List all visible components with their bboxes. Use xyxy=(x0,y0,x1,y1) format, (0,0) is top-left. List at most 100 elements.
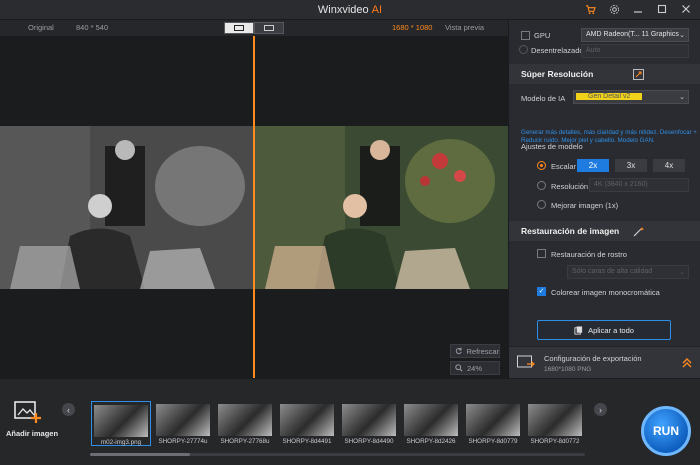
compare-header: Original 840 * 540 1680 * 1080 Vista pre… xyxy=(0,20,508,36)
ai-model-label: Modelo de IA xyxy=(521,94,566,103)
side-by-side-button[interactable] xyxy=(254,22,284,34)
face-restore-checkbox[interactable] xyxy=(537,249,546,258)
gpu-value: AMD Radeon(T... 11 Graphics xyxy=(586,31,679,38)
compare-mode-toggle[interactable] xyxy=(224,22,284,34)
minimize-icon[interactable] xyxy=(632,3,644,15)
export-settings-bar[interactable]: Configuración de exportación 1680*1080 P… xyxy=(509,346,700,378)
thumbnail-caption: m02-img3.png xyxy=(100,439,142,446)
thumbnail-item[interactable]: SHORPY-8d0772 xyxy=(525,401,585,446)
compare-icon xyxy=(234,25,244,31)
split-view-button[interactable] xyxy=(224,22,254,34)
thumbnail-caption: SHORPY-8d4491 xyxy=(282,438,332,445)
thumbnail-image xyxy=(94,405,148,437)
apply-all-label: Aplicar a todo xyxy=(588,325,634,335)
super-resolution-header: Súper Resolución xyxy=(509,64,700,84)
deinterlace-icon xyxy=(519,45,528,54)
thumbnail-image xyxy=(404,404,458,436)
gpu-checkbox[interactable] xyxy=(521,31,530,40)
scale-3x-button[interactable]: 3x xyxy=(615,159,647,172)
app-suffix: AI xyxy=(371,4,383,16)
thumbnail-caption: SHORPY-8d0779 xyxy=(468,438,518,445)
refresh-icon xyxy=(455,347,462,355)
deinterlace-value: Auto xyxy=(586,47,601,54)
original-label: Original xyxy=(28,23,54,32)
bottom-bar: Añadir imagen ‹ m02-img3.png SHORPY-2777… xyxy=(0,378,700,465)
image-restoration-title: Restauración de imagen xyxy=(521,226,620,236)
enhance-radio[interactable] xyxy=(537,200,546,209)
ai-model-value: Gen Detail v2 xyxy=(576,93,643,100)
thumbnail-caption: SHORPY-27774u xyxy=(158,438,208,445)
gpu-label: GPU xyxy=(534,31,551,40)
resolution-radio[interactable] xyxy=(537,181,546,190)
thumbnail-image xyxy=(218,404,272,436)
thumbnail-item[interactable]: SHORPY-8d4490 xyxy=(339,401,399,446)
resolution-select[interactable]: 4K (3840 x 2160) xyxy=(589,178,689,192)
scale-label: Escalar xyxy=(551,162,577,171)
colorize-checkbox[interactable]: ✓ xyxy=(537,287,546,296)
face-restore-select[interactable]: Sólo caras de alta calidad ⌄ xyxy=(567,265,689,279)
ai-model-select[interactable]: Gen Detail v2 ⌄ xyxy=(573,90,689,104)
settings-panel: GPU AMD Radeon(T... 11 Graphics ⌄ Desentr… xyxy=(508,20,700,378)
refresh-label: Refrescar xyxy=(466,346,499,356)
add-image-button[interactable]: Añadir imagen xyxy=(4,399,58,443)
original-size: 840 * 540 xyxy=(76,23,109,32)
face-restore-value: Sólo caras de alta calidad xyxy=(572,268,653,275)
compare-icon xyxy=(264,25,274,31)
thumbnail-item[interactable]: m02-img3.png xyxy=(91,401,151,446)
deinterlace-label: Desentrelazado xyxy=(531,46,584,55)
thumbnails-scrollbar[interactable] xyxy=(90,453,585,456)
resolution-value: 4K (3840 x 2160) xyxy=(594,181,648,188)
apply-icon xyxy=(574,325,583,335)
expand-up-icon[interactable] xyxy=(682,357,692,369)
export-detail: 1680*1080 PNG xyxy=(544,366,592,373)
scale-4x-button[interactable]: 4x xyxy=(653,159,685,172)
super-resolution-title: Súper Resolución xyxy=(521,69,594,79)
cart-icon[interactable] xyxy=(584,3,596,15)
deinterlace-select[interactable]: Auto xyxy=(581,44,689,58)
apply-all-button[interactable]: Aplicar a todo xyxy=(537,320,671,340)
refresh-button[interactable]: Refrescar xyxy=(450,344,500,358)
thumbnail-image xyxy=(280,404,334,436)
thumbnail-item[interactable]: SHORPY-8d4491 xyxy=(277,401,337,446)
export-title: Configuración de exportación xyxy=(544,354,642,363)
gpu-select[interactable]: AMD Radeon(T... 11 Graphics ⌄ xyxy=(581,28,689,42)
run-button[interactable]: RUN xyxy=(641,406,691,456)
thumbnail-item[interactable]: SHORPY-27774u xyxy=(153,401,213,446)
thumbnails-next-button[interactable]: › xyxy=(594,403,607,416)
zoom-button[interactable]: 24% xyxy=(450,361,500,375)
scale-radio[interactable] xyxy=(537,161,546,170)
preview-area: Refrescar 24% xyxy=(0,36,508,378)
add-image-label: Añadir imagen xyxy=(5,429,59,438)
thumbnail-image xyxy=(342,404,396,436)
image-restoration-header: Restauración de imagen xyxy=(509,221,700,241)
zoom-icon xyxy=(455,364,463,372)
thumbnail-item[interactable]: SHORPY-8d2426 xyxy=(401,401,461,446)
preview-label: Vista previa xyxy=(445,23,485,32)
chevron-left-icon: ‹ xyxy=(67,404,70,415)
enhance-label: Mejorar imagen (1x) xyxy=(551,201,619,210)
scale-2x-button[interactable]: 2x xyxy=(577,159,609,172)
compare-divider-handle[interactable] xyxy=(253,36,255,378)
expand-icon[interactable] xyxy=(633,69,644,80)
chevron-down-icon: ⌄ xyxy=(679,32,685,39)
original-photo xyxy=(0,126,253,289)
settings-icon[interactable] xyxy=(608,3,620,15)
preview-photo xyxy=(255,126,508,289)
thumbnail-caption: SHORPY-27768u xyxy=(220,438,270,445)
colorize-label: Colorear imagen monocromática xyxy=(551,288,660,297)
maximize-icon[interactable] xyxy=(656,3,668,15)
thumbnail-item[interactable]: SHORPY-8d0779 xyxy=(463,401,523,446)
thumbnail-image xyxy=(466,404,520,436)
add-image-icon xyxy=(14,401,41,423)
thumbnails-prev-button[interactable]: ‹ xyxy=(62,403,75,416)
chevron-down-icon: ⌄ xyxy=(679,94,685,101)
thumbnail-caption: SHORPY-8d2426 xyxy=(406,438,456,445)
zoom-label: 24% xyxy=(467,363,483,373)
face-restore-label: Restauración de rostro xyxy=(551,250,627,259)
title-bar: Winxvideo AI xyxy=(0,0,700,20)
close-icon[interactable] xyxy=(680,3,692,15)
thumbnail-item[interactable]: SHORPY-27768u xyxy=(215,401,275,446)
scrollbar-thumb[interactable] xyxy=(90,453,190,456)
thumbnail-image xyxy=(528,404,582,436)
app-name: Winxvideo xyxy=(317,4,369,16)
